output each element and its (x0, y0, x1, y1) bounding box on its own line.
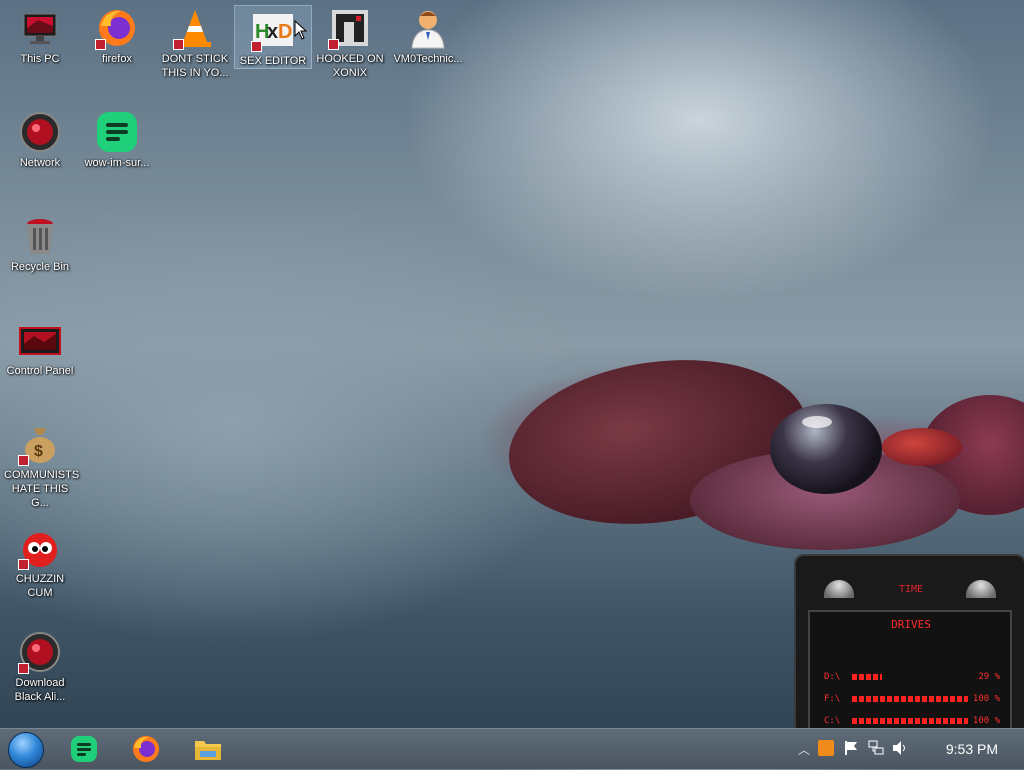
drive-row: C:\ 100 % (824, 716, 1000, 728)
document-lines-icon (95, 110, 139, 154)
drive-row: F:\ 100 % (824, 694, 1000, 706)
notes-app-icon (71, 736, 97, 762)
shortcut-arrow-icon (328, 39, 339, 50)
wallpaper-flower-bud (882, 428, 962, 466)
drive-usage-bar (852, 674, 882, 680)
desktop-icon-communists[interactable]: $ COMMUNISTS HATE THIS G... (2, 416, 80, 510)
desktop-icon-label: firefox (102, 53, 132, 65)
svg-text:$: $ (34, 443, 43, 460)
shortcut-arrow-icon (251, 41, 262, 52)
xonix-game-icon (328, 6, 372, 50)
desktop-icon-label: wow-im-sur... (84, 157, 150, 169)
gadget-knob-right (966, 580, 996, 598)
file-explorer-icon (195, 741, 221, 760)
drive-percent: 100 % (972, 716, 1000, 726)
desktop-icon-recycle-bin[interactable]: Recycle Bin (2, 208, 78, 274)
desktop-icon-label: VM0Technic... (393, 53, 463, 65)
desktop-icon-hooked-on-xonix[interactable]: HOOKED ON XONIX (312, 0, 388, 80)
network-icon[interactable] (868, 740, 884, 761)
taskbar-firefox[interactable] (130, 733, 162, 765)
action-center-flag-icon[interactable] (844, 740, 858, 761)
drive-letter: F:\ (824, 694, 841, 704)
desktop-icon-label: CHUZZIN CUM (15, 573, 65, 599)
gadget-knob-left (824, 580, 854, 598)
media-center-icon[interactable] (818, 740, 834, 756)
computer-icon (18, 6, 62, 50)
desktop-icon-label: Network (19, 157, 61, 169)
svg-text:D: D (278, 21, 292, 43)
volume-icon[interactable] (892, 740, 908, 761)
shortcut-arrow-icon (18, 455, 29, 466)
desktop-icon-wow-im-sur[interactable]: wow-im-sur... (79, 104, 155, 170)
svg-text:x: x (267, 21, 278, 43)
system-tray: ︿ 9:53 PM (794, 729, 1024, 769)
gadget-drives-label: DRIVES (891, 618, 931, 631)
desktop-icon-label: DONT STICK THIS IN YO... (161, 53, 229, 79)
desktop-icon-download-black-ali[interactable]: Download Black Ali... (2, 624, 78, 704)
shortcut-arrow-icon (18, 559, 29, 570)
money-bag-icon: $ (18, 422, 62, 466)
vlc-cone-icon (173, 6, 217, 50)
show-hidden-chevron-icon[interactable]: ︿ (798, 741, 810, 758)
desktop-icon-label: Download Black Ali... (14, 677, 66, 703)
shortcut-arrow-icon (95, 39, 106, 50)
firefox-icon (95, 6, 139, 50)
desktop-icon-label: Control Panel (6, 365, 74, 377)
drive-percent: 100 % (972, 694, 1000, 704)
doctor-person-icon (406, 6, 450, 50)
start-orb-icon[interactable] (8, 732, 44, 768)
drive-letter: C:\ (824, 716, 841, 726)
shortcut-arrow-icon (173, 39, 184, 50)
drive-letter: D:\ (824, 672, 841, 682)
desktop-icon-label: This PC (20, 53, 60, 65)
drive-row: D:\ 29 % (824, 672, 1000, 684)
taskbar: ︿ 9:53 PM (0, 728, 1024, 769)
alienware-orb-icon (18, 630, 62, 674)
desktop-icon-chuzzin-cum[interactable]: CHUZZIN CUM (2, 520, 78, 600)
taskbar-file-explorer[interactable] (192, 733, 224, 765)
gadget-time-label: TIME (898, 584, 924, 595)
drive-percent: 29 % (978, 672, 1000, 682)
drive-usage-bar (852, 718, 968, 724)
desktop-icon-network[interactable]: Network (2, 104, 78, 170)
desktop-icon-label: Recycle Bin (10, 261, 70, 273)
desktop-icon-vm0technic[interactable]: VM0Technic... (390, 0, 466, 66)
shortcut-arrow-icon (18, 663, 29, 674)
drive-usage-bar (852, 696, 968, 702)
hxd-hex-editor-icon: HxD (251, 8, 295, 52)
desktop-icon-label: SEX EDITOR (239, 55, 307, 67)
recycle-bin-icon (18, 214, 62, 258)
firefox-icon (133, 736, 159, 762)
system-monitor-gadget[interactable]: TIME DRIVES D:\ 29 % F:\ 100 % C:\ 100 % (794, 554, 1024, 732)
wallpaper-water-drop (770, 404, 882, 494)
mouse-cursor-icon (294, 19, 308, 45)
desktop-icon-firefox[interactable]: firefox (79, 0, 155, 66)
control-panel-icon (18, 318, 62, 362)
desktop-icon-dont-stick[interactable]: DONT STICK THIS IN YO... (157, 0, 233, 80)
desktop-icon-label: COMMUNISTS HATE THIS G... (4, 469, 80, 509)
red-chuzzle-icon (18, 526, 62, 570)
desktop-icon-label: HOOKED ON XONIX (316, 53, 384, 79)
taskbar-clock[interactable]: 9:53 PM (946, 741, 998, 757)
desktop-icon-this-pc[interactable]: This PC (2, 0, 78, 66)
network-orb-icon (18, 110, 62, 154)
desktop-icon-control-panel[interactable]: Control Panel (2, 312, 78, 378)
taskbar-notes-app[interactable] (68, 733, 100, 765)
